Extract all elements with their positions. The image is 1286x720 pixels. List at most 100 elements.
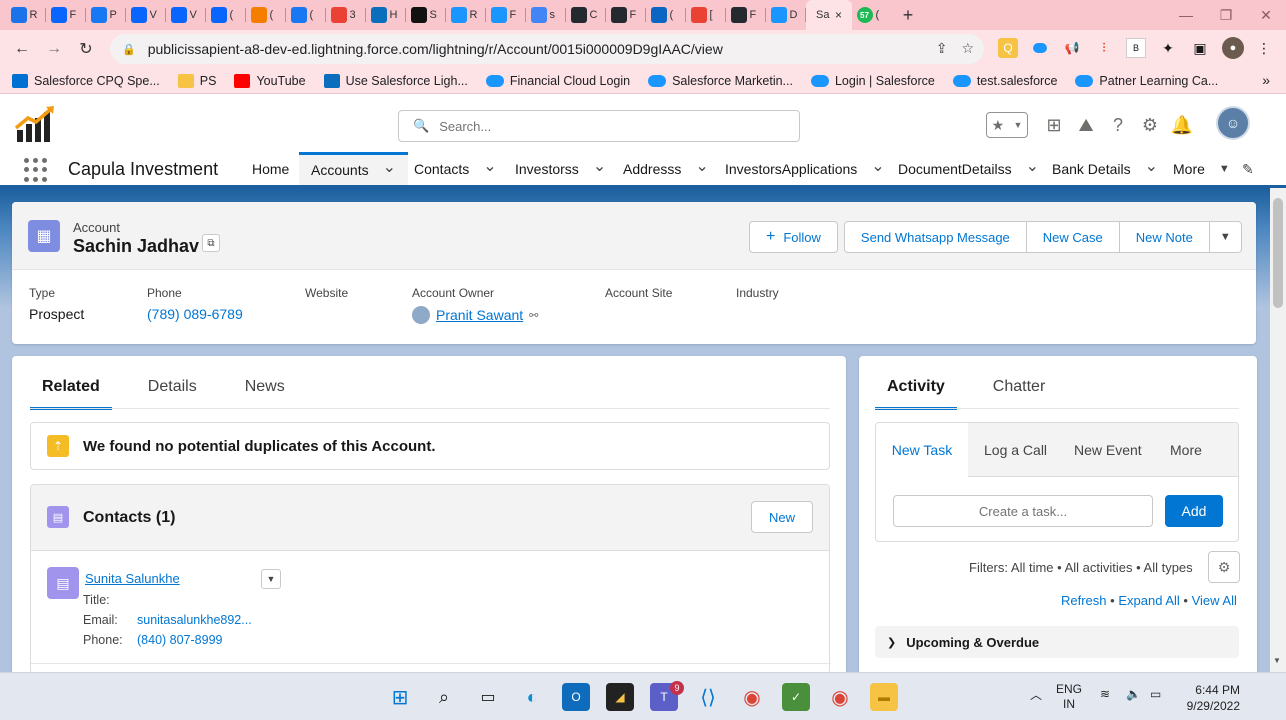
browser-tab[interactable]: (: [206, 0, 246, 30]
restore-icon[interactable]: ❐: [1206, 0, 1246, 30]
contact-email-link[interactable]: sunitasalunkhe892...: [137, 613, 252, 627]
global-actions-plus-icon[interactable]: ⊞: [1042, 113, 1066, 137]
language-indicator[interactable]: ENG IN: [1056, 682, 1082, 712]
browser-tab[interactable]: R: [6, 0, 46, 30]
owner-link[interactable]: Pranit Sawant: [436, 307, 523, 323]
volume-icon[interactable]: 🔈: [1126, 687, 1141, 702]
bookmark-item[interactable]: PS: [177, 73, 216, 88]
nav-item-addresss[interactable]: Addresss ⌄: [623, 152, 709, 185]
browser-tab[interactable]: 3: [326, 0, 366, 30]
create-task-input[interactable]: Create a task...: [893, 495, 1153, 527]
side-panel-icon[interactable]: ▣: [1190, 38, 1210, 58]
send-whatsapp-button[interactable]: Send Whatsapp Message: [843, 221, 1027, 253]
global-search-input[interactable]: 🔍 Search...: [398, 110, 800, 142]
chevron-down-icon[interactable]: ⌄: [1026, 156, 1039, 176]
browser-tab[interactable]: s: [526, 0, 566, 30]
nav-item-more[interactable]: More ▼: [1173, 152, 1230, 185]
page-scrollbar[interactable]: ▼: [1270, 188, 1286, 672]
trailhead-icon[interactable]: ⛰: [1074, 113, 1098, 137]
address-bar[interactable]: 🔒 publicissapient-a8-dev-ed.lightning.fo…: [110, 34, 984, 64]
nav-item-accounts[interactable]: Accounts ⌄: [299, 152, 408, 185]
new-tab-plus-icon[interactable]: +: [892, 0, 924, 30]
bookmark-item[interactable]: test.salesforce: [952, 74, 1057, 88]
add-task-button[interactable]: Add: [1165, 495, 1223, 527]
nav-item-contacts[interactable]: Contacts ⌄: [414, 152, 497, 185]
phone-link[interactable]: (789) 089-6789: [147, 306, 243, 322]
outlook-icon[interactable]: O: [562, 683, 590, 711]
contacts-title[interactable]: Contacts (1): [83, 509, 175, 527]
user-avatar[interactable]: ☺: [1216, 106, 1250, 140]
minimize-icon[interactable]: —: [1166, 0, 1206, 30]
close-window-icon[interactable]: ✕: [1246, 0, 1286, 30]
browser-tab[interactable]: C: [566, 0, 606, 30]
vscode-icon[interactable]: ⟨⟩: [694, 683, 722, 711]
nav-item-bank-details[interactable]: Bank Details ⌄: [1052, 152, 1158, 185]
browser-tab[interactable]: S: [406, 0, 446, 30]
browser-tab[interactable]: R: [446, 0, 486, 30]
scroll-down-arrow-icon[interactable]: ▼: [1273, 656, 1281, 665]
bookmark-item[interactable]: Use Salesforce Ligh...: [323, 73, 468, 88]
share-icon[interactable]: ⇪: [936, 40, 948, 57]
kebab-menu-icon[interactable]: ⋮: [1254, 38, 1274, 58]
browser-tab[interactable]: H: [366, 0, 406, 30]
battery-icon[interactable]: ▭: [1150, 687, 1161, 702]
scrollbar-thumb[interactable]: [1273, 198, 1283, 308]
view-all-link[interactable]: View All: [1192, 593, 1237, 608]
browser-tab[interactable]: D: [766, 0, 806, 30]
new-note-button[interactable]: New Note: [1119, 221, 1210, 253]
file-explorer-icon[interactable]: ▬: [870, 683, 898, 711]
salesforce-extension-icon[interactable]: [1030, 38, 1050, 58]
bookmark-item[interactable]: Financial Cloud Login: [485, 74, 630, 88]
bookmark-item[interactable]: Login | Salesforce: [810, 74, 935, 88]
refresh-link[interactable]: Refresh: [1061, 593, 1107, 608]
nav-item-home[interactable]: Home: [252, 152, 289, 185]
bookmark-item[interactable]: Salesforce Marketin...: [648, 74, 793, 88]
browser-tab[interactable]: P: [86, 0, 126, 30]
spreadsheet-icon[interactable]: ✓: [782, 683, 810, 711]
reload-icon[interactable]: ↻: [70, 33, 102, 65]
browser-tab[interactable]: F: [46, 0, 86, 30]
contact-name-link[interactable]: Sunita Salunkhe: [85, 571, 180, 586]
notifications-bell-icon[interactable]: 🔔: [1170, 113, 1194, 137]
tab-new-task[interactable]: New Task: [876, 423, 968, 477]
office-extension-icon[interactable]: ⫶: [1094, 38, 1114, 58]
app-launcher-icon[interactable]: [24, 158, 48, 182]
bookmark-item[interactable]: YouTube: [234, 73, 306, 88]
bookmark-item[interactable]: Patner Learning Ca...: [1075, 74, 1218, 88]
chrome-profile-icon[interactable]: ◉: [826, 683, 854, 711]
tray-chevron-up-icon[interactable]: ︿: [1030, 688, 1042, 703]
edge-icon[interactable]: ◐: [518, 683, 546, 711]
tab-new-event[interactable]: New Event: [1074, 423, 1142, 477]
nav-item-investorss[interactable]: Investorss ⌄: [515, 152, 606, 185]
bookmark-star-icon[interactable]: ☆: [961, 40, 974, 57]
favorites-button[interactable]: ★ ▼: [986, 112, 1028, 138]
profile-avatar-icon[interactable]: ●: [1222, 37, 1244, 59]
tab-news[interactable]: News: [245, 378, 285, 409]
wifi-icon[interactable]: ≋: [1100, 687, 1110, 702]
new-contact-button[interactable]: New: [751, 501, 813, 533]
tab-related[interactable]: Related: [30, 378, 112, 410]
puzzle-extension-icon[interactable]: ✦: [1158, 38, 1178, 58]
help-icon[interactable]: ?: [1106, 113, 1130, 137]
filter-gear-icon[interactable]: ⚙: [1208, 551, 1240, 583]
chrome-icon[interactable]: ◉: [738, 683, 766, 711]
browser-tab[interactable]: (: [246, 0, 286, 30]
nav-item-documentdetailss[interactable]: DocumentDetailss ⌄: [898, 152, 1039, 185]
edit-nav-pencil-icon[interactable]: ✎: [1242, 161, 1254, 178]
bookmark-item[interactable]: Salesforce CPQ Spe...: [12, 73, 160, 88]
browser-tab-active[interactable]: Sa ×: [806, 0, 852, 30]
browser-tab[interactable]: F: [726, 0, 766, 30]
tab-details[interactable]: Details: [148, 378, 197, 409]
browser-tab[interactable]: V: [126, 0, 166, 30]
follow-button[interactable]: + Follow: [749, 221, 838, 253]
chevron-down-icon[interactable]: ⌄: [695, 156, 708, 176]
change-owner-icon[interactable]: ⚯: [529, 309, 538, 322]
chevron-down-icon[interactable]: ⌄: [1145, 156, 1158, 176]
forward-arrow-icon[interactable]: →: [38, 33, 70, 65]
browser-tab[interactable]: V: [166, 0, 206, 30]
tab-log-a-call[interactable]: Log a Call: [984, 423, 1047, 477]
capula-logo-icon[interactable]: [14, 104, 58, 144]
chevron-down-icon[interactable]: ⌄: [483, 156, 496, 176]
browser-tab[interactable]: (: [286, 0, 326, 30]
browser-tab[interactable]: F: [486, 0, 526, 30]
